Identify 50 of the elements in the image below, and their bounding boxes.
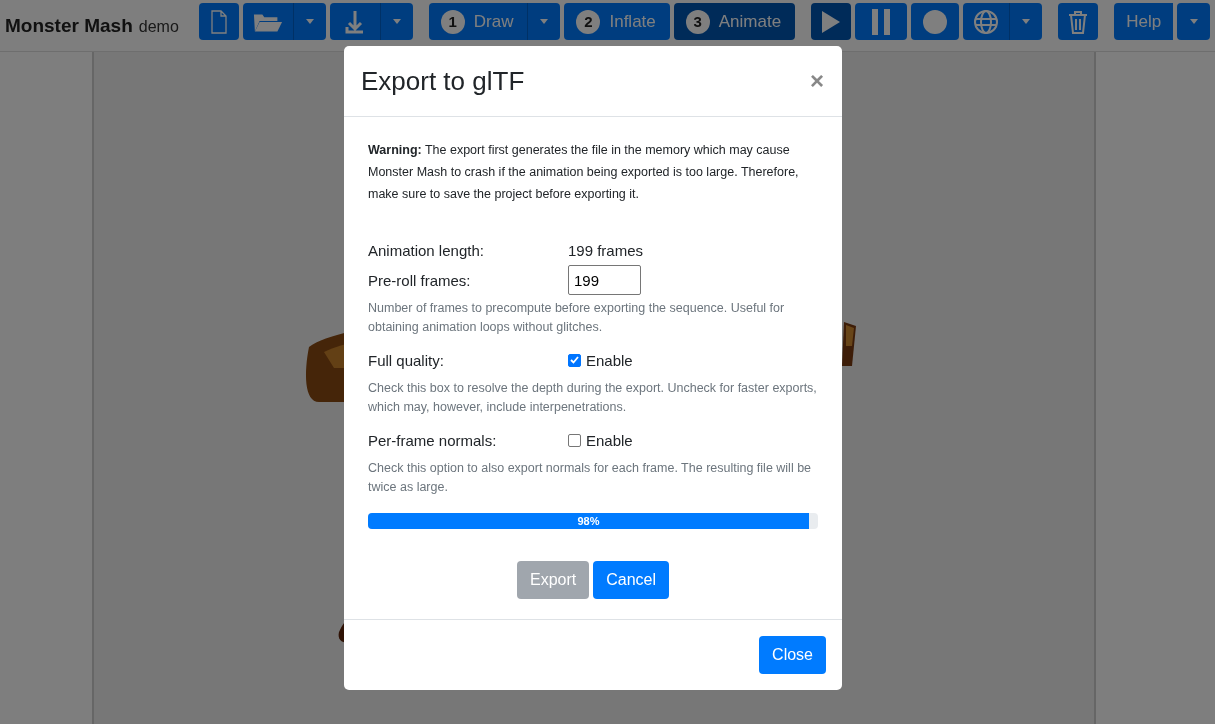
record-icon xyxy=(922,8,949,35)
download-menu-button[interactable] xyxy=(379,3,413,40)
step-button[interactable]: 1 Draw xyxy=(428,3,528,40)
globe-icon xyxy=(973,8,1000,35)
caret-icon xyxy=(1022,19,1031,24)
step-menu-button[interactable] xyxy=(527,3,561,40)
help-text: Check this box to resolve the depth during the export. Uncheck for faster exports, which may, however, include interpenetrations. xyxy=(368,380,818,416)
caret-icon xyxy=(392,19,401,24)
field-value: 199 frames xyxy=(568,241,644,259)
play-icon xyxy=(822,10,841,33)
help-menu-button[interactable] xyxy=(1177,3,1211,40)
play-button[interactable] xyxy=(811,3,852,40)
step-button[interactable]: 2 Inflate xyxy=(564,3,670,40)
field-label: Per-frame normals: xyxy=(368,431,498,449)
help-text: Number of frames to precompute before exporting the sequence. Useful for obtaining animation loops without glitches. xyxy=(368,300,786,336)
checkbox-label[interactable]: Enable xyxy=(586,351,633,369)
checkbox[interactable] xyxy=(568,433,581,447)
progress-text: 98% xyxy=(577,515,600,527)
record-button[interactable] xyxy=(911,3,960,40)
caret-icon xyxy=(1189,19,1198,24)
new-file-button[interactable] xyxy=(198,3,239,40)
warning-text: Warning: The export first generates the file in the memory which may cause Monster Mash to crash if the animation being exported is too large. Therefore, make sure to save the project before exporting it. xyxy=(368,142,800,203)
open-menu-button[interactable] xyxy=(292,3,326,40)
trash-icon xyxy=(1068,9,1089,34)
document-icon xyxy=(210,9,227,34)
download-icon xyxy=(343,8,366,35)
field-label: Animation length: xyxy=(368,241,485,259)
checkbox-label[interactable]: Enable xyxy=(586,431,633,449)
caret-icon xyxy=(540,19,549,24)
delete-button[interactable] xyxy=(1058,3,1099,40)
checkbox[interactable] xyxy=(568,353,581,367)
step-button[interactable]: 3 Animate xyxy=(673,3,796,40)
action-button[interactable]: Cancel xyxy=(593,561,670,599)
number-field[interactable]: 199 xyxy=(568,265,641,295)
language-button[interactable] xyxy=(963,3,1010,40)
help-button[interactable]: Help xyxy=(1114,3,1174,40)
caret-icon xyxy=(305,19,314,24)
field-label: Pre-roll frames: xyxy=(368,271,472,289)
help-text: Check this option to also export normals for each frame. The resulting file will be twice as large. xyxy=(368,460,813,496)
pause-button[interactable] xyxy=(855,3,908,40)
dialog-title: Export to glTF xyxy=(360,65,525,97)
field-label: Full quality: xyxy=(368,351,445,369)
download-button[interactable] xyxy=(329,3,380,40)
close-dialog-button[interactable]: Close xyxy=(759,636,826,674)
app-title: Monster Mash xyxy=(5,15,133,37)
open-button[interactable] xyxy=(242,3,293,40)
app-subtitle: demo xyxy=(138,18,179,36)
language-menu-button[interactable] xyxy=(1009,3,1043,40)
pause-icon xyxy=(871,8,892,35)
close-button[interactable]: × xyxy=(808,67,826,95)
